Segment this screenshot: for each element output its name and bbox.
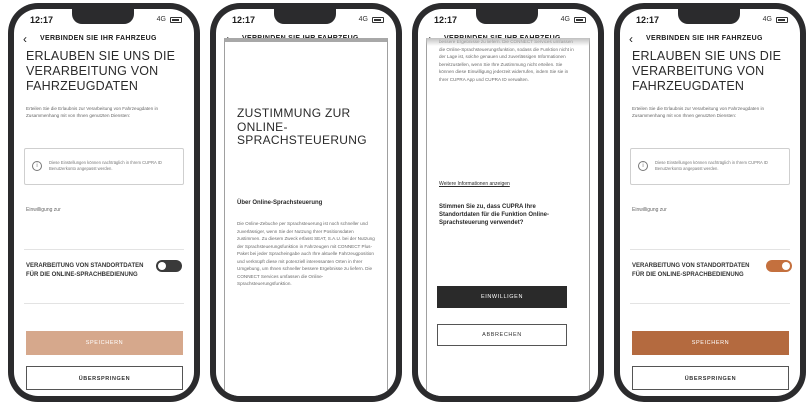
agree-button[interactable]: EINWILLIGEN	[437, 286, 567, 308]
skip-button[interactable]: ÜBERSPRINGEN	[26, 366, 183, 390]
divider	[24, 249, 184, 250]
nav-title: VERBINDEN SIE IHR FAHRZEUG	[646, 35, 763, 42]
network-indicator: 4G	[762, 16, 772, 23]
network-indicator: 4G	[560, 16, 570, 23]
more-info-link[interactable]: Weitere Informationen anzeigen	[439, 181, 510, 187]
page-title: ERLAUBEN SIE UNS DIE VERARBEITUNG VON FA…	[632, 49, 782, 93]
consent-label: Einwilligung zur	[26, 207, 61, 213]
skip-button[interactable]: ÜBERSPRINGEN	[632, 366, 789, 390]
phone-frame-4: 12:17 4G ‹ VERBINDEN SIE IHR FAHRZEUG ER…	[614, 3, 806, 402]
back-chevron-icon[interactable]: ‹	[629, 32, 633, 46]
status-bar: 12:17 4G	[14, 9, 194, 31]
network-indicator: 4G	[156, 16, 166, 23]
location-setting-label: VERARBEITUNG VON STANDORTDATEN FÜR DIE O…	[632, 263, 750, 278]
divider	[24, 303, 184, 304]
notch	[274, 9, 336, 24]
phone-frame-1: 12:17 4G ‹ VERBINDEN SIE IHR FAHRZEUG ER…	[8, 3, 200, 402]
nav-header: ‹ VERBINDEN SIE IHR FAHRZEUG	[620, 31, 800, 49]
divider	[630, 303, 790, 304]
info-box: i Diese Einstellungen können nachträglic…	[24, 148, 184, 185]
toggle-knob	[158, 262, 166, 270]
info-circle-icon: i	[32, 161, 42, 171]
phone-frame-3: 12:17 4G ‹ VERBINDEN SIE IHR FAHRZEUG be…	[412, 3, 604, 402]
page-title: ERLAUBEN SIE UNS DIE VERARBEITUNG VON FA…	[26, 49, 176, 93]
toggle-knob	[782, 262, 790, 270]
screen-permissions-off: 12:17 4G ‹ VERBINDEN SIE IHR FAHRZEUG ER…	[14, 9, 194, 396]
scroll-shadow	[426, 38, 590, 46]
notch	[72, 9, 134, 24]
cancel-button[interactable]: ABBRECHEN	[437, 324, 567, 346]
notch	[476, 9, 538, 24]
screen-consent-modal: 12:17 4G ‹ VERBINDEN SIE IHR FAHRZEUG ZU…	[216, 9, 396, 396]
status-time: 12:17	[434, 15, 458, 25]
phone-frame-2: 12:17 4G ‹ VERBINDEN SIE IHR FAHRZEUG ZU…	[210, 3, 402, 402]
network-indicator: 4G	[358, 16, 368, 23]
location-toggle-on[interactable]	[766, 260, 792, 272]
notch	[678, 9, 740, 24]
intro-text: Erteilen Sie die Erlaubnis zur Verarbeit…	[632, 106, 765, 118]
battery-icon	[776, 17, 788, 23]
save-button-disabled[interactable]: SPEICHERN	[26, 331, 183, 355]
battery-icon	[170, 17, 182, 23]
consent-label: Einwilligung zur	[632, 207, 667, 213]
screen-consent-scrolled: 12:17 4G ‹ VERBINDEN SIE IHR FAHRZEUG be…	[418, 9, 598, 396]
consent-body-text: Die Online-Zebuche per Sprachsteuerung i…	[237, 221, 375, 286]
intro-text: Erteilen Sie die Erlaubnis zur Verarbeit…	[26, 106, 159, 118]
info-circle-icon: i	[638, 161, 648, 171]
screen-permissions-on: 12:17 4G ‹ VERBINDEN SIE IHR FAHRZEUG ER…	[620, 9, 800, 396]
divider	[630, 249, 790, 250]
location-setting-label: VERARBEITUNG VON STANDORTDATEN FÜR DIE O…	[26, 263, 144, 278]
save-button[interactable]: SPEICHERN	[632, 331, 789, 355]
nav-header: ‹ VERBINDEN SIE IHR FAHRZEUG	[14, 31, 194, 49]
nav-title: VERBINDEN SIE IHR FAHRZEUG	[40, 35, 157, 42]
back-chevron-icon[interactable]: ‹	[23, 32, 27, 46]
status-bar: 12:17 4G	[216, 9, 396, 31]
status-time: 12:17	[30, 15, 54, 25]
info-text: Diese Einstellungen können nachträglich …	[49, 160, 162, 171]
consent-question: Stimmen Sie zu, dass CUPRA Ihre Standort…	[439, 204, 549, 226]
consent-modal[interactable]: bessere Ergebnisse zu liefern. Die CONNE…	[426, 38, 590, 396]
consent-modal[interactable]: ZUSTIMMUNG ZUR ONLINE-SPRACHSTEUERUNG Üb…	[224, 38, 388, 396]
status-time: 12:17	[636, 15, 660, 25]
modal-title: ZUSTIMMUNG ZUR ONLINE-SPRACHSTEUERUNG	[237, 106, 367, 147]
battery-icon	[574, 17, 586, 23]
status-bar: 12:17 4G	[620, 9, 800, 31]
info-box: i Diese Einstellungen können nachträglic…	[630, 148, 790, 185]
status-time: 12:17	[232, 15, 256, 25]
section-heading: Über Online-Sprachsteuerung	[237, 200, 323, 206]
battery-icon	[372, 17, 384, 23]
status-bar: 12:17 4G	[418, 9, 598, 31]
info-text: Diese Einstellungen können nachträglich …	[655, 160, 768, 171]
consent-body-text-continued: bessere Ergebnisse zu liefern. Die CONNE…	[439, 39, 574, 82]
location-toggle-off[interactable]	[156, 260, 182, 272]
